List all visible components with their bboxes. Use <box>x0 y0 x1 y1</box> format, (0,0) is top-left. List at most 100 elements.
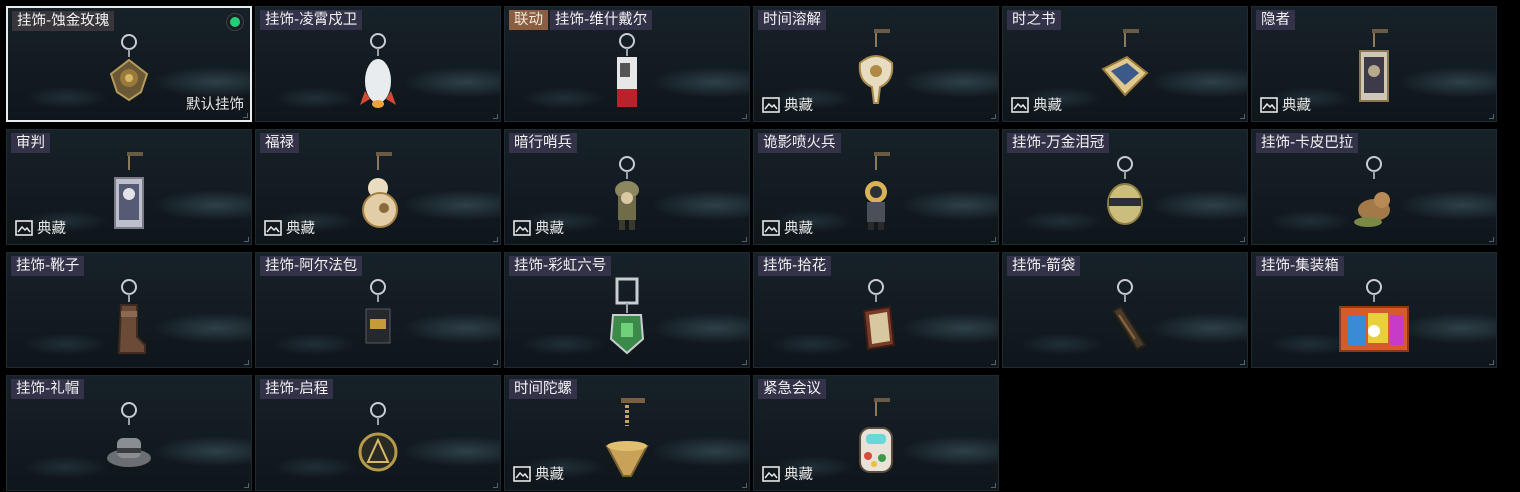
charm-name: 挂饰-集装箱 <box>1256 256 1344 276</box>
hat-charm-icon <box>107 402 151 467</box>
charm-name: 挂饰-万金泪冠 <box>1007 133 1110 153</box>
charm-name: 挂饰-箭袋 <box>1007 256 1081 276</box>
boot-charm-icon <box>117 279 146 354</box>
charm-name-tag: 挂饰-启程 <box>260 379 334 399</box>
charm-card[interactable]: 挂饰-凌霄戍卫 <box>255 6 501 122</box>
rose-charm-icon <box>109 34 149 102</box>
charm-name-tag: 挂饰-集装箱 <box>1256 256 1344 276</box>
charm-card[interactable]: 挂饰-箭袋 <box>1002 252 1248 368</box>
charm-name-tag: 挂饰-彩虹六号 <box>509 256 612 276</box>
charm-card[interactable]: 挂饰-卡皮巴拉 <box>1251 129 1497 245</box>
charm-card[interactable]: 诡影喷火兵典藏 <box>753 129 999 245</box>
tarot2-charm-icon <box>114 152 144 229</box>
charm-name: 挂饰-启程 <box>260 379 334 399</box>
collab-tag: 联动 <box>509 10 548 30</box>
charm-card[interactable]: 挂饰-蚀金玫瑰默认挂饰 <box>6 6 252 122</box>
charm-name-tag: 挂饰-箭袋 <box>1007 256 1081 276</box>
default-charm-label: 默认挂饰 <box>186 97 244 113</box>
top-charm-icon <box>605 398 649 477</box>
diver-charm-icon <box>865 152 890 230</box>
collection-label: 典藏 <box>1282 98 1311 114</box>
charm-card[interactable]: 联动 挂饰-维什戴尔 <box>504 6 750 122</box>
charm-card[interactable]: 隐者典藏 <box>1251 6 1497 122</box>
charm-name-tag: 挂饰-万金泪冠 <box>1007 133 1110 153</box>
charm-card[interactable]: 挂饰-启程 <box>255 375 501 491</box>
charm-name-tag: 时间溶解 <box>758 10 826 30</box>
charm-card[interactable]: 时间溶解典藏 <box>753 6 999 122</box>
charm-card[interactable]: 时间陀螺典藏 <box>504 375 750 491</box>
container-charm-icon <box>1339 279 1409 352</box>
book-charm-icon <box>1101 29 1149 97</box>
collection-label: 典藏 <box>535 221 564 237</box>
collection-badge: 典藏 <box>1011 94 1062 115</box>
collection-badge: 典藏 <box>762 94 813 115</box>
charm-name-tag: 时之书 <box>1007 10 1061 30</box>
collection-icon <box>15 219 33 236</box>
charm-name-tag: 审判 <box>11 133 50 153</box>
charm-name-tag: 挂饰-阿尔法包 <box>260 256 363 276</box>
collection-label: 典藏 <box>784 467 813 483</box>
charm-name: 诡影喷火兵 <box>758 133 841 153</box>
charm-card[interactable]: 挂饰-阿尔法包 <box>255 252 501 368</box>
charm-name-tag: 诡影喷火兵 <box>758 133 841 153</box>
charm-name: 挂饰-蚀金玫瑰 <box>12 11 115 31</box>
collection-icon <box>762 96 780 113</box>
charm-grid: 挂饰-蚀金玫瑰 默认挂饰 挂饰-凌霄戍卫 联动 挂饰-维什戴尔 时间溶解 典藏 时之书 典藏 隐者… <box>6 6 1497 491</box>
collection-badge: 典藏 <box>513 463 564 484</box>
collection-icon <box>762 219 780 236</box>
soldier-charm-icon <box>615 156 639 230</box>
collection-label: 典藏 <box>535 467 564 483</box>
collection-icon <box>1011 96 1029 113</box>
collection-label: 典藏 <box>784 98 813 114</box>
charm-card[interactable]: 挂饰-拾花 <box>753 252 999 368</box>
charm-card[interactable]: 挂饰-靴子 <box>6 252 252 368</box>
charm-name: 时间陀螺 <box>509 379 577 399</box>
collection-badge: 典藏 <box>15 217 66 238</box>
r6-charm-icon <box>609 277 645 355</box>
capybara-charm-icon <box>1354 156 1390 227</box>
charm-name-tag: 福禄 <box>260 133 299 153</box>
charm-card[interactable]: 挂饰-彩虹六号 <box>504 252 750 368</box>
charm-card[interactable]: 暗行哨兵典藏 <box>504 129 750 245</box>
charm-name-tag: 挂饰-蚀金玫瑰 <box>12 11 115 31</box>
charm-card[interactable]: 审判典藏 <box>6 129 252 245</box>
charm-name: 挂饰-彩虹六号 <box>509 256 612 276</box>
collection-label: 典藏 <box>286 221 315 237</box>
collection-badge: 典藏 <box>762 463 813 484</box>
card-charm-icon <box>617 33 637 107</box>
charm-name-tag: 暗行哨兵 <box>509 133 577 153</box>
charm-name-tag: 挂饰-礼帽 <box>11 379 85 399</box>
charm-card[interactable]: 福禄典藏 <box>255 129 501 245</box>
gourd-charm-icon <box>362 152 398 228</box>
charm-name: 审判 <box>11 133 50 153</box>
charm-name: 挂饰-凌霄戍卫 <box>260 10 363 30</box>
charm-name: 隐者 <box>1256 10 1295 30</box>
collection-label: 典藏 <box>37 221 66 237</box>
charm-name: 挂饰-维什戴尔 <box>550 10 653 30</box>
collection-icon <box>513 219 531 236</box>
collection-badge: 典藏 <box>762 217 813 238</box>
collection-label: 典藏 <box>1033 98 1062 114</box>
collection-badge: 典藏 <box>1260 94 1311 115</box>
charm-card[interactable]: 挂饰-万金泪冠 <box>1002 129 1248 245</box>
charm-name-tag: 联动 挂饰-维什戴尔 <box>509 10 653 30</box>
charm-name: 挂饰-拾花 <box>758 256 832 276</box>
frame-charm-icon <box>862 279 896 351</box>
charm-card[interactable]: 时之书典藏 <box>1002 6 1248 122</box>
collection-badge: 典藏 <box>264 217 315 238</box>
charm-card[interactable]: 挂饰-集装箱 <box>1251 252 1497 368</box>
charm-card[interactable]: 紧急会议典藏 <box>753 375 999 491</box>
bag-charm-icon <box>365 279 391 344</box>
charm-name: 福禄 <box>260 133 299 153</box>
charm-name-tag: 挂饰-靴子 <box>11 256 85 276</box>
tarot-charm-icon <box>1359 29 1389 102</box>
charm-card[interactable]: 挂饰-礼帽 <box>6 375 252 491</box>
charm-name: 挂饰-靴子 <box>11 256 85 276</box>
crown-charm-icon <box>1107 156 1143 225</box>
charm-name-tag: 紧急会议 <box>758 379 826 399</box>
charm-name: 时间溶解 <box>758 10 826 30</box>
collection-icon <box>762 465 780 482</box>
crewmate-charm-icon <box>859 398 893 473</box>
charm-name-tag: 挂饰-凌霄戍卫 <box>260 10 363 30</box>
collection-icon <box>264 219 282 236</box>
